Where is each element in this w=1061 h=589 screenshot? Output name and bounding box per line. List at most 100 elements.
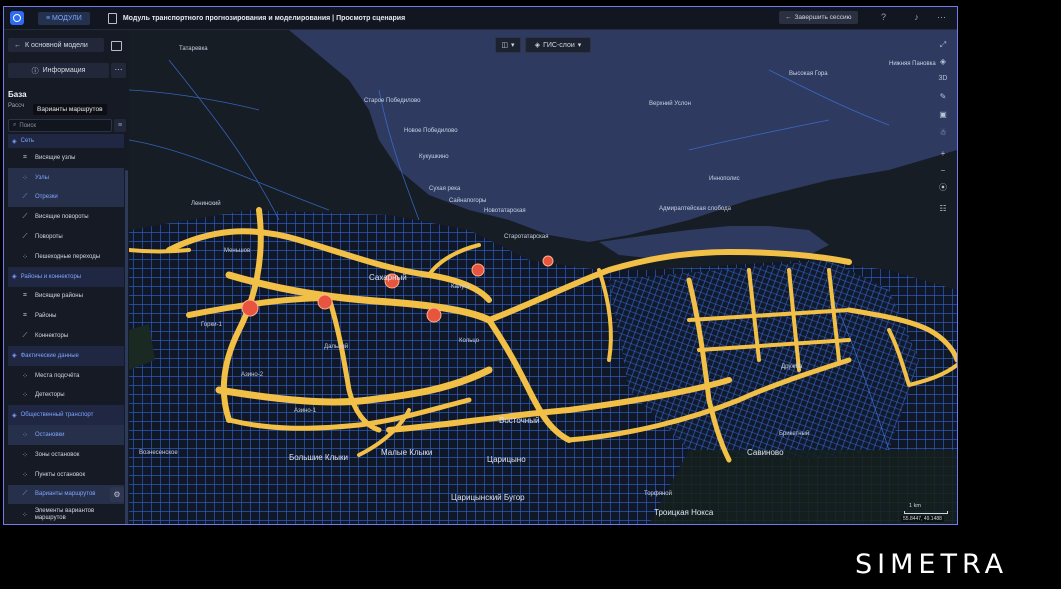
legend-icon[interactable]: ☷ bbox=[936, 202, 950, 216]
help-icon[interactable]: ? bbox=[878, 12, 889, 23]
layer-search-input[interactable]: ⌕ Поиск bbox=[8, 119, 112, 132]
count-icon: ⁘ bbox=[22, 372, 28, 380]
nodes-icon: ⁘ bbox=[22, 174, 28, 182]
map-label: Ленинский bbox=[191, 200, 221, 207]
modules-button[interactable]: ≡ МОДУЛИ bbox=[38, 11, 90, 25]
layer-item[interactable]: ⁘ Зоны остановок bbox=[8, 445, 124, 465]
map-label: Сухая река bbox=[429, 186, 461, 192]
map-label: Азино-1 bbox=[294, 408, 317, 414]
back-label: К основной модели bbox=[25, 41, 88, 49]
layer-item[interactable]: ⟋ Отрезки bbox=[8, 187, 124, 208]
layers-stack-icon[interactable]: ◈ bbox=[936, 55, 950, 69]
map-style-icon: ◫ bbox=[501, 42, 509, 49]
connector-icon: ⟋ bbox=[22, 332, 28, 340]
layer-item[interactable]: ⟋ Висящие повороты bbox=[8, 207, 124, 227]
layer-label: Районы bbox=[35, 313, 57, 320]
collapse-panel-icon[interactable] bbox=[111, 41, 122, 51]
district-icon: ⌗ bbox=[23, 292, 27, 300]
stop-zone-icon: ⁘ bbox=[22, 451, 28, 459]
map-label: Новое Победилово bbox=[404, 128, 458, 134]
scale-label: 1 km bbox=[909, 503, 921, 509]
layer-label: Висящие повороты bbox=[35, 214, 89, 221]
map-label: Новотатарская bbox=[484, 208, 526, 214]
layer-item[interactable]: ⟋ Коннекторы bbox=[8, 326, 124, 346]
location-pin-icon[interactable]: ⦿ bbox=[936, 181, 950, 195]
turn-icon: ⟋ bbox=[22, 233, 28, 241]
layers-icon: ◈ bbox=[12, 412, 17, 419]
layer-item[interactable]: ⁘ Пешеходные переходы bbox=[8, 247, 124, 267]
scale-bar bbox=[904, 511, 948, 514]
filter-icon[interactable]: ≡ bbox=[114, 119, 126, 132]
coordinates-readout: 55.8447, 49.1488 bbox=[901, 516, 944, 522]
map-label: Верхний Услон bbox=[649, 100, 691, 107]
fullscreen-icon[interactable]: ⤢ bbox=[936, 38, 950, 52]
layer-item[interactable]: ⁘ Узлы bbox=[8, 167, 124, 188]
map-label: Иннополис bbox=[709, 176, 740, 182]
map-canvas[interactable]: Татаревка Старое Победилово Новое Победи… bbox=[129, 30, 957, 524]
gis-layers-button[interactable]: ◈ ГИС-слои ▾ bbox=[525, 37, 591, 53]
layer-group-network[interactable]: ◈ Сеть bbox=[8, 134, 124, 148]
calc-label: Рассч bbox=[8, 103, 25, 109]
layer-group-public-transport[interactable]: ◈ Общественный транспорт bbox=[8, 405, 124, 426]
congestion-point bbox=[426, 307, 442, 323]
map-label: Савиново bbox=[747, 448, 784, 457]
turn-icon: ⟋ bbox=[22, 213, 28, 221]
info-label: Информация bbox=[42, 67, 86, 74]
chevron-down-icon: ▾ bbox=[511, 42, 515, 49]
layers-icon: ◈ bbox=[12, 353, 17, 360]
info-button[interactable]: ⓘ Информация bbox=[8, 63, 109, 78]
view-3d-button[interactable]: 3D bbox=[936, 72, 950, 86]
congestion-point bbox=[317, 294, 333, 310]
layer-label: Пешеходные переходы bbox=[35, 253, 101, 260]
arrow-left-icon: ← bbox=[14, 41, 21, 49]
layers-icon: ◈ bbox=[12, 274, 17, 281]
layer-label: Отрезки bbox=[35, 194, 58, 201]
layer-label: Варианты маршрутов bbox=[35, 491, 96, 498]
layer-item[interactable]: ⌗ Висящие районы bbox=[8, 287, 124, 307]
sidebar-scrollbar[interactable] bbox=[125, 170, 128, 524]
map-label: Старое Победилово bbox=[364, 98, 421, 104]
bell-icon[interactable]: ♪ bbox=[911, 12, 922, 23]
map-style-button[interactable]: ◫ ▾ bbox=[495, 37, 521, 53]
layer-item[interactable]: ⁘ Остановки bbox=[8, 425, 124, 445]
layer-group-districts[interactable]: ◈ Районы и коннекторы bbox=[8, 266, 124, 287]
sidebar-more-button[interactable]: ⋯ bbox=[111, 63, 126, 78]
map-label: Татаревка bbox=[179, 46, 208, 52]
district-icon: ⌗ bbox=[23, 312, 27, 320]
map-label: Старотатарская bbox=[504, 234, 548, 240]
gear-icon[interactable]: ⚙ bbox=[110, 486, 124, 502]
layer-item[interactable]: ⁘ Места подсчёта bbox=[8, 366, 124, 386]
layers-sidebar: ← К основной модели ⓘ Информация ⋯ База … bbox=[4, 30, 129, 524]
layer-label: Зоны остановок bbox=[35, 451, 80, 458]
app-logo-icon[interactable] bbox=[10, 11, 24, 25]
map-label: Вознесенское bbox=[139, 450, 178, 456]
map-label: Кукушкино bbox=[419, 154, 449, 160]
layer-item[interactable]: ⁘ Детекторы bbox=[8, 386, 124, 406]
image-icon[interactable]: ▣ bbox=[936, 108, 950, 122]
layer-item[interactable]: ⌗ Висящие узлы bbox=[8, 148, 124, 168]
layer-label: Висящие районы bbox=[35, 293, 83, 300]
layer-item[interactable]: ⌗ Районы bbox=[8, 306, 124, 326]
map-label: Горки-1 bbox=[201, 322, 222, 328]
layer-label: Остановки bbox=[35, 432, 65, 439]
layer-group-actual-data[interactable]: ◈ Фактические данные bbox=[8, 345, 124, 366]
person-icon[interactable]: ☃ bbox=[936, 126, 950, 140]
more-icon[interactable]: ⋯ bbox=[936, 12, 947, 23]
draw-icon[interactable]: ✎ bbox=[936, 90, 950, 104]
tooltip: Варианты маршрутов bbox=[33, 104, 107, 115]
layer-item[interactable]: ⟋ Варианты маршрутов ⚙ bbox=[8, 484, 124, 505]
zoom-in-icon[interactable]: + bbox=[936, 147, 950, 161]
chevron-down-icon: ▾ bbox=[577, 42, 582, 49]
map-label: Царицыно bbox=[487, 455, 526, 464]
search-placeholder: Поиск bbox=[19, 122, 37, 129]
route-element-icon: ⁘ bbox=[21, 511, 28, 519]
finish-session-button[interactable]: ← Завершить сессию bbox=[779, 11, 858, 24]
back-to-main-model-button[interactable]: ← К основной модели bbox=[8, 38, 104, 52]
layer-item[interactable]: ⁘ Пункты остановок bbox=[8, 465, 124, 485]
map-label: Адмиралтейская слобода bbox=[659, 205, 732, 212]
layer-item[interactable]: ⁘ Элементы вариантов маршрутов bbox=[8, 504, 124, 524]
map-label: Царицынский Бугор bbox=[451, 493, 525, 502]
map-label: Сайнапогоры bbox=[449, 197, 486, 204]
zoom-out-icon[interactable]: − bbox=[936, 164, 950, 178]
layer-item[interactable]: ⟋ Повороты bbox=[8, 227, 124, 247]
